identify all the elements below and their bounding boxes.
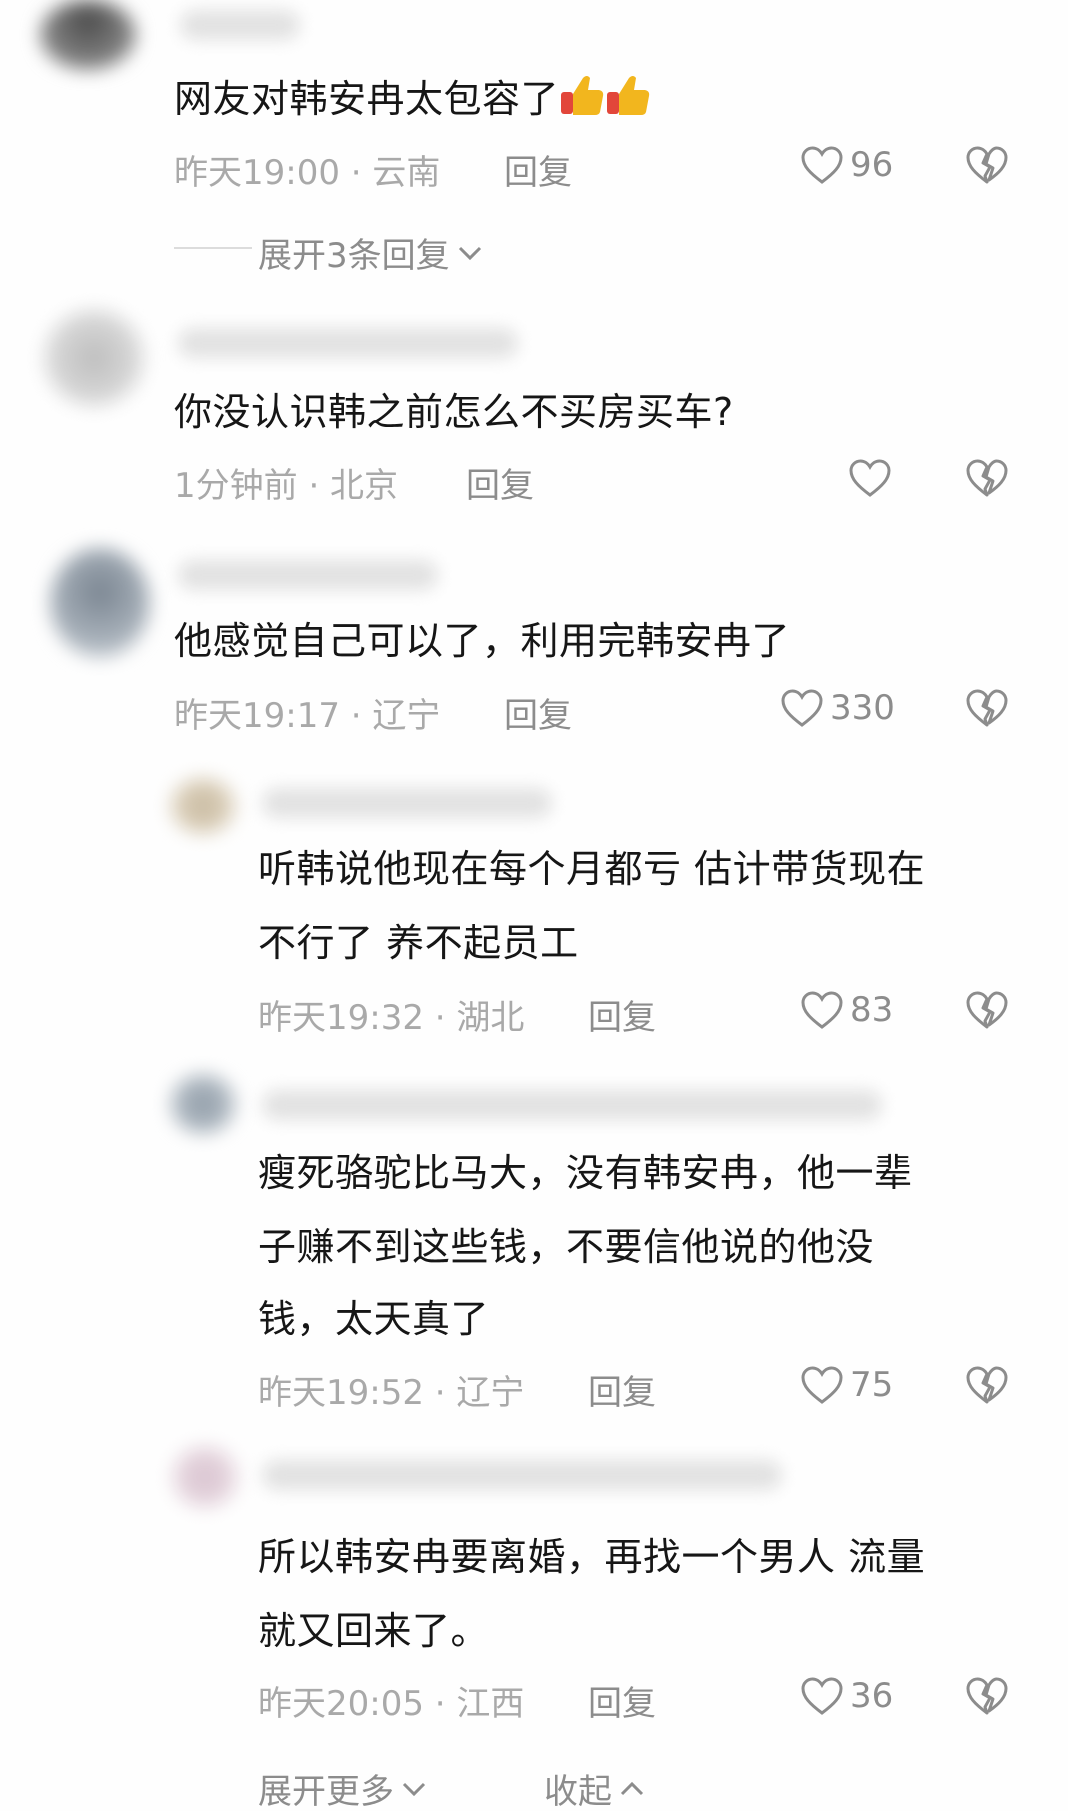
- dislike-button[interactable]: [965, 990, 1009, 1030]
- broken-heart-icon: [966, 689, 1008, 727]
- divider: [174, 247, 252, 249]
- like-count: 75: [850, 1365, 894, 1405]
- comment-thread: 网友对韩安冉太包容了 昨天19:00 · 云南 回复 96 展开3条回复 你没认…: [0, 0, 1068, 1811]
- heart-icon: [800, 1365, 844, 1405]
- like-button[interactable]: 36: [800, 1676, 893, 1716]
- thumbs-up-icon: [605, 68, 651, 115]
- dislike-button[interactable]: [965, 1365, 1009, 1405]
- reply-text: 瘦死骆驼比马大，没有韩安冉，他一辈: [258, 1151, 913, 1195]
- avatar[interactable]: [44, 310, 144, 406]
- username-blurred[interactable]: [178, 328, 518, 358]
- reply-button[interactable]: 回复: [588, 990, 656, 1039]
- avatar[interactable]: [40, 0, 136, 70]
- comment-meta: 昨天19:17 · 辽宁: [174, 696, 441, 736]
- expand-replies-button[interactable]: 展开3条回复: [258, 228, 484, 277]
- reply-text: 所以韩安冉要离婚，再找一个男人 流量: [258, 1535, 926, 1579]
- heart-icon: [800, 1676, 844, 1716]
- broken-heart-icon: [966, 991, 1008, 1029]
- heart-icon: [800, 145, 844, 185]
- comment-meta: 1分钟前 · 北京: [174, 466, 399, 506]
- username-blurred[interactable]: [262, 1460, 782, 1490]
- dislike-button[interactable]: [965, 145, 1009, 185]
- reply-text: 就又回来了。: [258, 1609, 490, 1653]
- reply-button[interactable]: 回复: [588, 1365, 656, 1414]
- chevron-up-icon: [618, 1779, 646, 1799]
- heart-icon: [780, 688, 824, 728]
- reply-meta: 昨天19:52 · 辽宁: [258, 1373, 525, 1413]
- heart-icon: [800, 990, 844, 1030]
- like-count: 36: [850, 1676, 894, 1716]
- username-blurred[interactable]: [262, 1090, 882, 1120]
- username-blurred[interactable]: [180, 10, 300, 40]
- reply-meta: 昨天20:05 · 江西: [258, 1684, 525, 1724]
- comment-meta: 昨天19:00 · 云南: [174, 153, 441, 193]
- reply-meta: 昨天19:32 · 湖北: [258, 998, 525, 1038]
- like-button[interactable]: 75: [800, 1365, 893, 1405]
- like-button[interactable]: 330: [780, 688, 895, 728]
- avatar[interactable]: [50, 548, 150, 658]
- dislike-button[interactable]: [965, 1676, 1009, 1716]
- avatar[interactable]: [170, 778, 236, 834]
- reply-text: 子赚不到这些钱，不要信他说的他没: [258, 1225, 875, 1269]
- dislike-button[interactable]: [965, 688, 1009, 728]
- comment-text: 网友对韩安冉太包容了: [174, 62, 651, 136]
- comment-text: 你没认识韩之前怎么不买房买车?: [174, 390, 734, 434]
- collapse-button[interactable]: 收起: [544, 1764, 646, 1811]
- reply-text: 钱，太天真了: [258, 1297, 490, 1341]
- chevron-down-icon: [456, 243, 484, 263]
- thumbs-up-icon: [559, 68, 605, 115]
- like-count: 96: [850, 145, 894, 185]
- like-count: 330: [830, 688, 895, 728]
- heart-icon: [848, 458, 892, 498]
- reply-button[interactable]: 回复: [504, 688, 572, 737]
- reply-button[interactable]: 回复: [504, 145, 572, 194]
- reply-text: 听韩说他现在每个月都亏 估计带货现在: [258, 847, 926, 891]
- dislike-button[interactable]: [965, 458, 1009, 498]
- broken-heart-icon: [966, 1677, 1008, 1715]
- username-blurred[interactable]: [178, 560, 438, 590]
- avatar[interactable]: [170, 1074, 236, 1134]
- like-button[interactable]: 83: [800, 990, 893, 1030]
- like-button[interactable]: 96: [800, 145, 893, 185]
- avatar[interactable]: [172, 1446, 238, 1508]
- expand-more-button[interactable]: 展开更多: [258, 1764, 428, 1811]
- like-button[interactable]: [848, 458, 898, 498]
- broken-heart-icon: [966, 146, 1008, 184]
- broken-heart-icon: [966, 459, 1008, 497]
- reply-button[interactable]: 回复: [466, 458, 534, 507]
- reply-text: 不行了 养不起员工: [258, 921, 579, 965]
- username-blurred[interactable]: [262, 788, 552, 818]
- broken-heart-icon: [966, 1366, 1008, 1404]
- like-count: 83: [850, 990, 894, 1030]
- chevron-down-icon: [400, 1779, 428, 1799]
- reply-button[interactable]: 回复: [588, 1676, 656, 1725]
- comment-text: 他感觉自己可以了，利用完韩安冉了: [174, 619, 791, 663]
